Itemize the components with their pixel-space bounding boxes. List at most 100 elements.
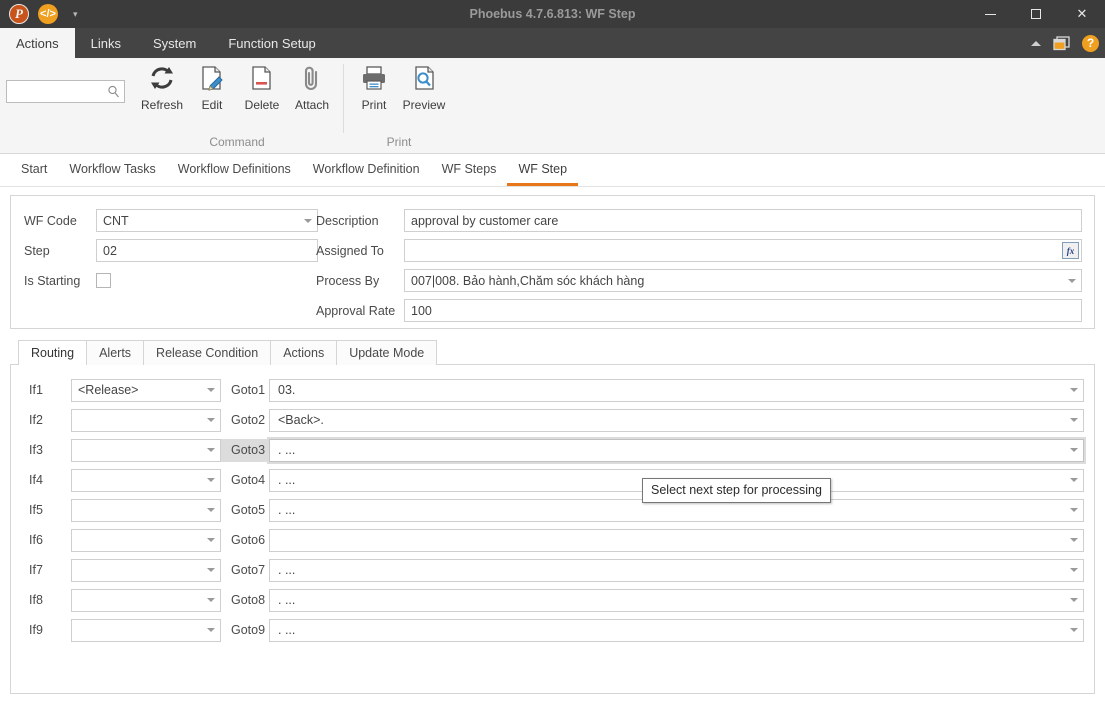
search-box[interactable]: [6, 80, 125, 103]
if3-combo[interactable]: [71, 438, 221, 462]
print-button[interactable]: Print: [349, 58, 399, 112]
if2-combo[interactable]: [71, 408, 221, 432]
goto5-label: Goto5: [231, 503, 266, 517]
ribbon-tab-actions[interactable]: Actions: [0, 28, 75, 58]
attach-icon: [298, 60, 326, 96]
goto9-label: Goto9: [231, 623, 266, 637]
maximize-button[interactable]: [1013, 0, 1059, 28]
chevron-down-icon: [207, 478, 215, 482]
goto6-combo[interactable]: [269, 528, 1084, 552]
attach-button[interactable]: Attach: [287, 58, 337, 112]
routing-subtab-bar: Routing Alerts Release Condition Actions…: [10, 339, 1095, 365]
tab-wf-step[interactable]: WF Step: [507, 154, 579, 186]
form-right-column: Description approval by customer care As…: [316, 208, 1082, 328]
subtab-routing[interactable]: Routing: [18, 340, 88, 365]
routing-row: If5 Goto5 . ...: [21, 495, 1084, 525]
goto7-value: . ...: [278, 563, 296, 577]
wf-step-form-panel: WF Code CNT Step 02 Is Starting Descript…: [10, 195, 1095, 329]
goto8-combo[interactable]: . ...: [269, 588, 1084, 612]
close-button[interactable]: ✕: [1059, 0, 1105, 28]
refresh-icon: [148, 60, 176, 96]
edit-button[interactable]: Edit: [187, 58, 237, 112]
tab-start[interactable]: Start: [10, 154, 58, 186]
ribbon-group-command: Refresh Edit Delete Attach Command: [131, 58, 343, 153]
ribbon-group-print: Print Preview Print: [343, 58, 455, 153]
tab-workflow-definition[interactable]: Workflow Definition: [302, 154, 431, 186]
attach-label: Attach: [294, 98, 330, 112]
goto9-combo[interactable]: . ...: [269, 618, 1084, 642]
preview-button[interactable]: Preview: [399, 58, 449, 112]
routing-panel: If1 <Release> Goto1 03. If2 Goto2 <Back>…: [10, 364, 1095, 694]
navigation-tabs: Start Workflow Tasks Workflow Definition…: [0, 154, 1105, 187]
goto1-combo[interactable]: 03.: [269, 378, 1084, 402]
help-icon[interactable]: ?: [1082, 34, 1099, 52]
goto2-value: <Back>.: [278, 413, 324, 427]
approval-rate-input[interactable]: 100: [404, 299, 1082, 322]
tab-wf-steps[interactable]: WF Steps: [431, 154, 508, 186]
refresh-button[interactable]: Refresh: [137, 58, 187, 112]
goto3-label: Goto3: [221, 438, 269, 462]
refresh-label: Refresh: [140, 98, 184, 112]
if3-label: If3: [29, 443, 43, 457]
minimize-button[interactable]: [967, 0, 1013, 28]
windows-stack-icon[interactable]: [1053, 35, 1070, 51]
subtab-release-condition[interactable]: Release Condition: [143, 340, 272, 365]
goto6-label: Goto6: [231, 533, 266, 547]
subtab-actions[interactable]: Actions: [270, 340, 338, 365]
windows-stack-glyph: [1053, 35, 1070, 50]
if1-label: If1: [29, 383, 43, 397]
ribbon-tab-function-setup[interactable]: Function Setup: [212, 28, 331, 58]
form-left-column: WF Code CNT Step 02 Is Starting: [24, 208, 318, 298]
description-input[interactable]: approval by customer care: [404, 209, 1082, 232]
tab-workflow-tasks[interactable]: Workflow Tasks: [58, 154, 166, 186]
collapse-ribbon-icon[interactable]: [1031, 40, 1041, 46]
subtab-alerts[interactable]: Alerts: [86, 340, 145, 365]
process-by-combo[interactable]: 007|008. Bảo hành,Chăm sóc khách hàng: [404, 269, 1082, 292]
search-icon: [108, 85, 119, 98]
chevron-down-icon: [1070, 418, 1078, 422]
goto7-combo[interactable]: . ...: [269, 558, 1084, 582]
if7-label: If7: [29, 563, 43, 577]
if9-combo[interactable]: [71, 618, 221, 642]
content-area: WF Code CNT Step 02 Is Starting Descript…: [0, 187, 1105, 703]
if8-combo[interactable]: [71, 588, 221, 612]
step-input[interactable]: 02: [96, 239, 318, 262]
field-approval-rate: Approval Rate 100: [316, 298, 1082, 323]
if7-combo[interactable]: [71, 558, 221, 582]
chevron-down-icon: [207, 568, 215, 572]
phoebus-logo-icon[interactable]: P: [9, 4, 29, 24]
wf-code-combo[interactable]: CNT: [96, 209, 318, 232]
chevron-down-icon[interactable]: ▾: [73, 9, 78, 20]
formula-fx-button[interactable]: fx: [1062, 242, 1079, 259]
if1-combo[interactable]: <Release>: [71, 378, 221, 402]
if6-combo[interactable]: [71, 528, 221, 552]
code-badge-icon[interactable]: </>: [38, 4, 58, 24]
if5-label: If5: [29, 503, 43, 517]
if5-combo[interactable]: [71, 498, 221, 522]
assigned-to-input[interactable]: fx: [404, 239, 1082, 262]
field-step: Step 02: [24, 238, 318, 263]
process-by-label: Process By: [316, 273, 380, 288]
chevron-down-icon: [207, 508, 215, 512]
goto4-label: Goto4: [231, 473, 266, 487]
tab-workflow-definitions[interactable]: Workflow Definitions: [167, 154, 302, 186]
chevron-down-icon: [1070, 628, 1078, 632]
delete-button[interactable]: Delete: [237, 58, 287, 112]
preview-icon: [410, 60, 438, 96]
chevron-down-icon: [304, 218, 312, 223]
ribbon-tab-system[interactable]: System: [137, 28, 212, 58]
goto2-combo[interactable]: <Back>.: [269, 408, 1084, 432]
delete-label: Delete: [244, 98, 280, 112]
ribbon-tab-bar-actions: ?: [1031, 28, 1099, 58]
field-assigned-to: Assigned To fx: [316, 238, 1082, 263]
ribbon-tab-links[interactable]: Links: [75, 28, 137, 58]
is-starting-checkbox[interactable]: [96, 273, 111, 288]
chevron-down-icon: [1070, 538, 1078, 542]
goto3-combo[interactable]: . ...: [267, 436, 1086, 464]
routing-row: If4 Goto4 . ...: [21, 465, 1084, 495]
if4-combo[interactable]: [71, 468, 221, 492]
application-window: P </> ▾ Phoebus 4.7.6.813: WF Step ✕ Act…: [0, 0, 1105, 716]
description-label: Description: [316, 213, 379, 228]
subtab-update-mode[interactable]: Update Mode: [336, 340, 438, 365]
step-value: 02: [103, 243, 117, 258]
